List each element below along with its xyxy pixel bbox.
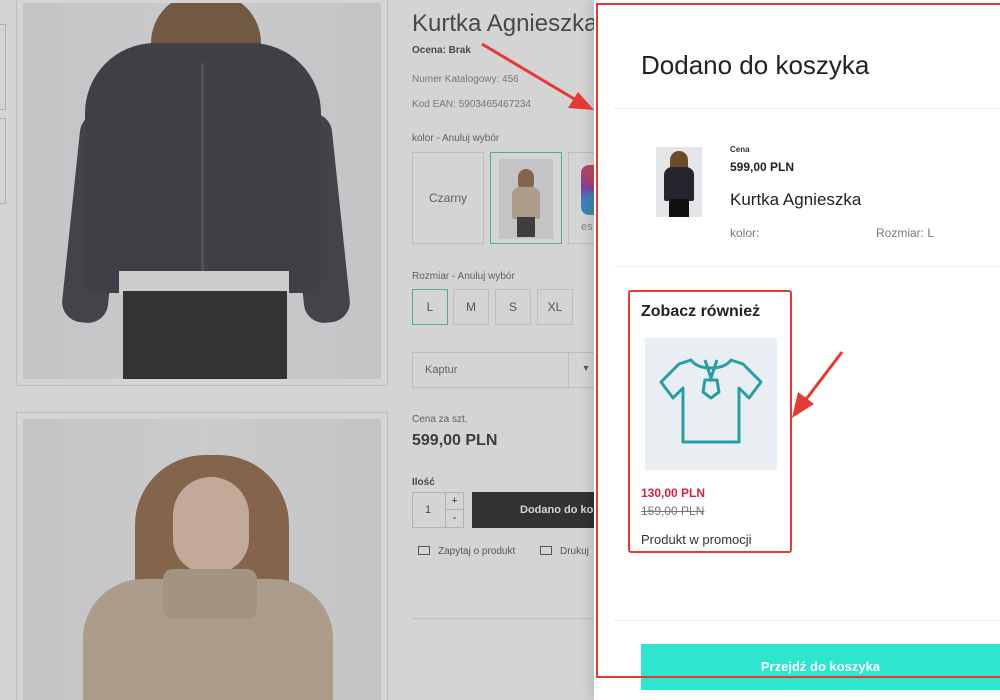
modal-backdrop[interactable]: [0, 0, 594, 700]
added-to-cart-panel: Dodano do koszyka Cena 599,00 PLN Kurtka…: [594, 0, 1000, 700]
go-to-cart-button[interactable]: Przejdź do koszyka: [641, 644, 1000, 690]
tshirt-icon: [659, 358, 763, 444]
divider: [614, 266, 1000, 267]
divider: [614, 108, 1000, 109]
cart-item-size: Rozmiar: L: [876, 226, 935, 240]
divider: [614, 620, 1000, 621]
cart-item-name[interactable]: Kurtka Agnieszka: [730, 190, 861, 210]
see-also-title: Zobacz również: [641, 303, 761, 320]
cart-item-price-label: Cena: [730, 145, 750, 154]
cart-item-color: kolor:: [730, 226, 760, 240]
cart-item-price: 599,00 PLN: [730, 160, 795, 174]
recommended-product-price: 130,00 PLN: [641, 486, 706, 500]
recommended-product-old-price: 159,00 PLN: [641, 504, 705, 518]
recommended-product-name[interactable]: Produkt w promocji: [641, 532, 752, 547]
panel-title: Dodano do koszyka: [641, 50, 870, 80]
cart-item-thumbnail: [656, 147, 702, 217]
recommended-product-image[interactable]: [645, 338, 777, 470]
